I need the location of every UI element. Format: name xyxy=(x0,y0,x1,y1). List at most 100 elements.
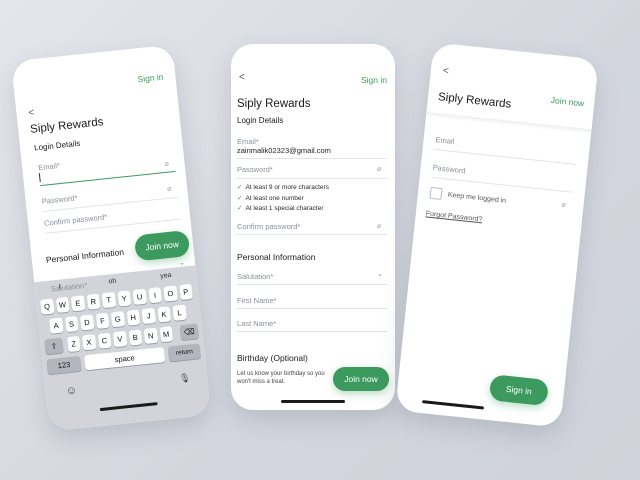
suggestion-2[interactable]: oh xyxy=(108,278,116,286)
key-o[interactable]: O xyxy=(163,285,178,302)
salutation-underline xyxy=(237,284,387,285)
email-underline xyxy=(237,158,387,159)
eye-off-icon[interactable]: ⌀ xyxy=(561,202,570,210)
sign-in-link[interactable]: Sign in xyxy=(137,72,164,85)
sign-in-link[interactable]: Sign in xyxy=(361,75,387,85)
key-z[interactable]: Z xyxy=(66,335,81,353)
key-a[interactable]: A xyxy=(49,317,64,334)
password-field[interactable]: Password xyxy=(431,42,599,193)
key-m[interactable]: M xyxy=(159,326,174,343)
section-personal-information: Personal Information xyxy=(237,252,316,262)
delete-key[interactable]: ⌫ xyxy=(179,323,199,341)
forgot-password-link[interactable]: Forgot Password? xyxy=(425,210,482,223)
key-d[interactable]: D xyxy=(79,314,94,331)
last-name-label: Last Name* xyxy=(237,319,277,328)
key-u[interactable]: U xyxy=(132,288,147,305)
join-now-button[interactable]: Join now xyxy=(333,367,389,391)
eye-off-icon[interactable]: ⌀ xyxy=(164,161,173,168)
back-icon[interactable]: < xyxy=(239,72,245,83)
key-b[interactable]: B xyxy=(128,329,143,346)
page-title: Siply Rewards xyxy=(437,91,512,111)
email-label: Email* xyxy=(37,160,61,173)
email-label: Email xyxy=(435,135,455,147)
confirm-password-underline xyxy=(237,234,387,235)
shift-key[interactable]: ⇧ xyxy=(44,337,64,355)
birthday-note: Let us know your birthday so you won't m… xyxy=(237,371,325,385)
key-r[interactable]: R xyxy=(86,293,101,310)
keep-logged-in-label: Keep me logged in xyxy=(447,191,507,205)
email-field[interactable]: Email xyxy=(434,42,599,165)
eye-off-icon[interactable]: ⌀ xyxy=(377,223,385,230)
password-underline xyxy=(237,178,387,179)
join-now-button[interactable]: Join now xyxy=(133,229,191,262)
first-name-label: First Name* xyxy=(237,296,277,305)
home-indicator xyxy=(281,400,345,403)
key-e[interactable]: E xyxy=(70,295,85,312)
phone-signup-keyboard: Sign in < Siply Rewards Login Details Em… xyxy=(11,44,211,432)
section-login-details: Login Details xyxy=(237,116,284,125)
text-cursor xyxy=(38,173,41,183)
key-n[interactable]: N xyxy=(143,327,158,344)
password-label: Password xyxy=(432,162,466,176)
email-label: Email* xyxy=(237,137,259,146)
section-birthday: Birthday (Optional) xyxy=(237,353,308,363)
microphone-icon[interactable]: 🎙 xyxy=(179,372,192,384)
sign-in-button[interactable]: Sign in xyxy=(488,374,550,407)
salutation-label: Salutation* xyxy=(237,272,274,281)
space-key[interactable]: space xyxy=(84,347,166,371)
email-value: zainmalik02323@gmail.com xyxy=(237,146,331,155)
password-label: Password* xyxy=(237,165,273,174)
first-name-underline xyxy=(237,308,387,309)
home-indicator xyxy=(99,402,158,412)
back-icon[interactable]: < xyxy=(28,107,35,119)
key-p[interactable]: P xyxy=(178,283,193,301)
return-key[interactable]: return xyxy=(167,343,202,362)
key-x[interactable]: X xyxy=(82,334,97,351)
requirement-3: ✓ At least 1 special character xyxy=(237,205,324,212)
check-icon: ✓ xyxy=(237,205,243,212)
confirm-password-label: Confirm password* xyxy=(237,222,301,231)
keep-logged-in-checkbox[interactable] xyxy=(429,186,443,200)
key-v[interactable]: V xyxy=(112,331,127,348)
eye-off-icon[interactable]: ⌀ xyxy=(167,185,176,192)
password-underline xyxy=(431,176,573,193)
check-icon: ✓ xyxy=(237,195,243,202)
header-divider xyxy=(425,111,592,135)
page-title: Siply Rewards xyxy=(29,116,104,136)
key-l[interactable]: L xyxy=(172,304,187,321)
chevron-down-icon: ⌄ xyxy=(377,271,383,278)
key-k[interactable]: K xyxy=(157,306,172,323)
email-underline xyxy=(434,149,576,165)
email-field[interactable]: Email* xyxy=(11,45,176,187)
email-underline xyxy=(40,170,176,187)
home-indicator xyxy=(422,400,484,410)
key-t[interactable]: T xyxy=(101,291,116,309)
confirm-password-field[interactable]: Confirm password* xyxy=(11,45,181,234)
key-h[interactable]: H xyxy=(126,309,141,326)
emoji-icon[interactable]: ☺ xyxy=(65,384,77,397)
key-s[interactable]: S xyxy=(64,315,79,333)
key-j[interactable]: J xyxy=(141,307,156,325)
requirement-2: ✓ At least one number xyxy=(237,195,304,202)
key-i[interactable]: I xyxy=(147,287,162,304)
phone-signup-form: < Sign in Siply Rewards Login Details Em… xyxy=(231,44,395,410)
key-y[interactable]: Y xyxy=(117,290,132,307)
eye-off-icon[interactable]: ⌀ xyxy=(377,166,385,173)
key-q[interactable]: Q xyxy=(40,298,55,315)
check-icon: ✓ xyxy=(237,184,243,191)
key-f[interactable]: F xyxy=(95,312,110,329)
password-label: Password* xyxy=(41,193,78,207)
back-icon[interactable]: < xyxy=(442,65,449,77)
requirement-1: ✓ At least 9 or more characters xyxy=(237,184,329,191)
section-personal-information: Personal Information xyxy=(45,246,125,265)
key-w[interactable]: W xyxy=(55,296,70,314)
suggestion-3[interactable]: yea xyxy=(160,272,172,280)
join-now-link[interactable]: Join now xyxy=(550,95,584,108)
key-g[interactable]: G xyxy=(110,311,125,328)
page-title: Siply Rewards xyxy=(237,98,311,110)
key-c[interactable]: C xyxy=(97,332,112,349)
numbers-key[interactable]: 123 xyxy=(46,355,82,375)
section-login-details: Login Details xyxy=(33,138,81,153)
last-name-underline xyxy=(237,331,387,332)
password-field[interactable]: Password* xyxy=(11,45,179,212)
